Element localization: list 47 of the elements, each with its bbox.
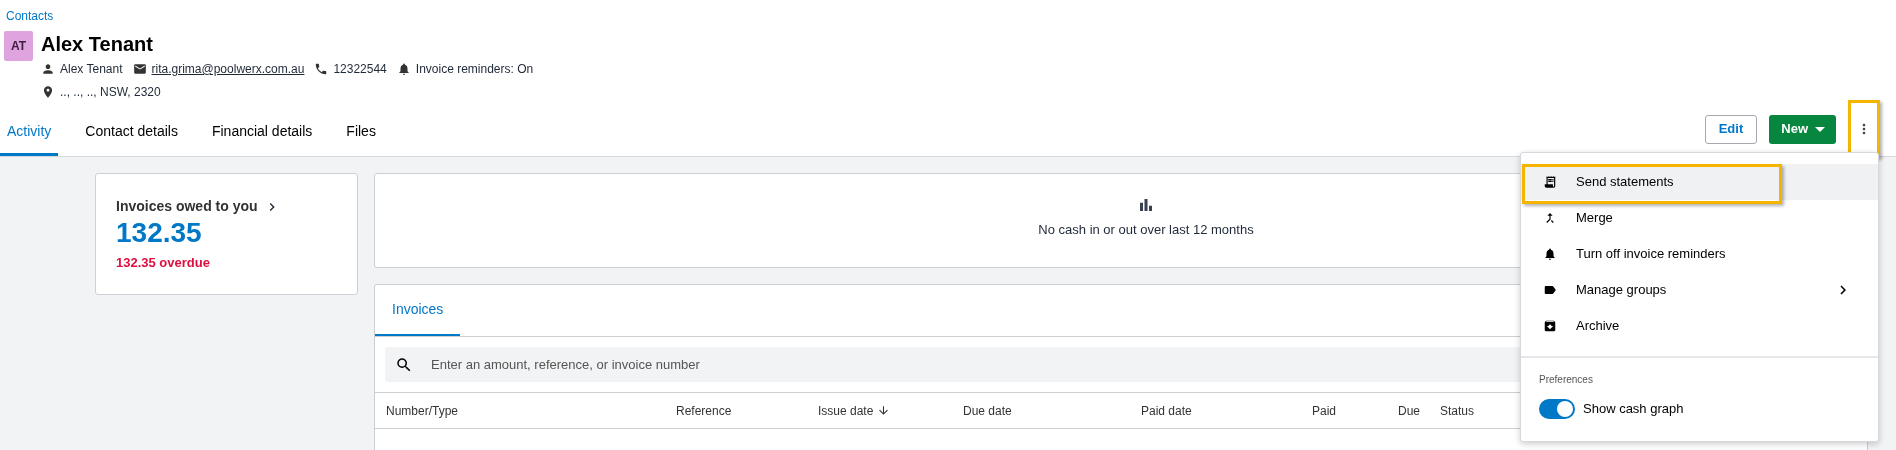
contact-name: Alex Tenant xyxy=(41,32,154,57)
phone-icon xyxy=(314,62,329,76)
tag-icon xyxy=(1543,283,1557,297)
edit-button[interactable]: Edit xyxy=(1704,114,1758,144)
empty-message: No cash in or out over last 12 months xyxy=(1038,221,1254,239)
menu-item[interactable]: Archive xyxy=(1521,308,1878,344)
bell-icon xyxy=(1543,247,1557,261)
receipt-icon xyxy=(1543,175,1557,189)
column-header[interactable]: Number/Type xyxy=(386,401,459,420)
archive-icon xyxy=(1543,319,1557,333)
column-header[interactable]: Paid date xyxy=(1141,401,1192,420)
column-header[interactable]: Due date xyxy=(963,401,1012,420)
column-header[interactable]: Paid xyxy=(1311,401,1336,420)
detail-text: Alex Tenant xyxy=(60,61,123,78)
sort-arrow-icon xyxy=(877,404,891,417)
overdue-text: 132.35 overdue xyxy=(116,254,211,272)
caret-icon xyxy=(1815,126,1825,132)
amount-text: 132.35 xyxy=(116,217,203,249)
toggle-switch[interactable] xyxy=(1539,399,1575,419)
bar-chart-icon xyxy=(1137,196,1155,214)
avatar: AT xyxy=(4,31,33,61)
column-header[interactable]: Issue date xyxy=(818,401,874,420)
bell-icon xyxy=(396,62,411,76)
menu-item[interactable]: Send statements xyxy=(1521,164,1878,200)
person-icon xyxy=(41,62,55,76)
column-header[interactable]: Reference xyxy=(676,401,732,420)
tab[interactable]: Contact details xyxy=(78,110,185,156)
location-icon xyxy=(41,85,55,99)
menu-item[interactable]: Turn off invoice reminders xyxy=(1521,236,1878,272)
mail-icon xyxy=(132,62,147,76)
address-text: .., .., .., NSW, 2320 xyxy=(60,84,161,101)
email-link[interactable]: rita.grima@poolwerx.com.au xyxy=(151,60,305,78)
search-icon xyxy=(395,356,413,374)
panel-tab[interactable]: Invoices xyxy=(375,285,461,336)
tab[interactable]: Files xyxy=(339,110,383,156)
detail-text: Invoice reminders: On xyxy=(415,61,534,78)
summary-title[interactable]: Invoices owed to you xyxy=(116,196,258,217)
column-header[interactable]: Status xyxy=(1440,401,1475,420)
menu-item[interactable]: Manage groups xyxy=(1521,272,1878,308)
tab[interactable]: Activity xyxy=(0,110,59,156)
toggle-label: Show cash graph xyxy=(1583,400,1684,419)
column-header[interactable]: Due xyxy=(1398,401,1420,420)
tab[interactable]: Financial details xyxy=(204,110,320,156)
breadcrumb-link[interactable]: Contacts xyxy=(6,9,54,23)
new-button[interactable]: New xyxy=(1769,114,1836,144)
menu-item[interactable]: Merge xyxy=(1521,200,1878,236)
detail-text: 12322544 xyxy=(333,61,387,78)
